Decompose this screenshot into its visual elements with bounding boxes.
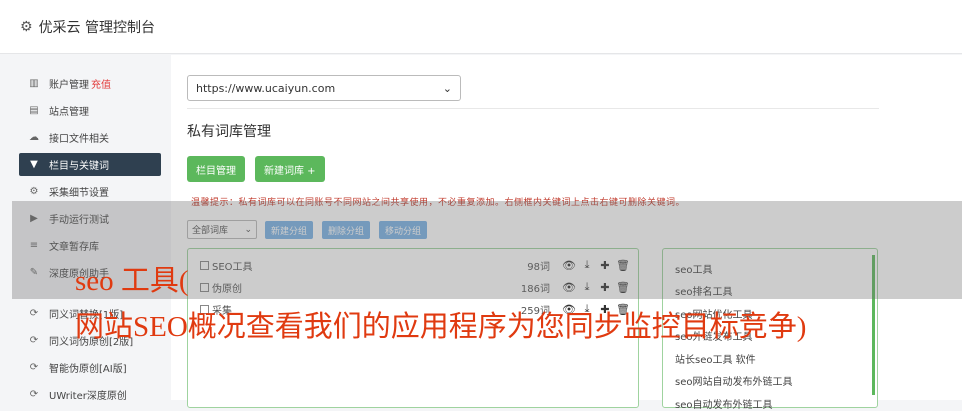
cloud-icon: ☁ <box>29 132 39 143</box>
recharge-link[interactable]: 充值 <box>91 76 111 91</box>
gear-icon: ⚙ <box>20 18 33 35</box>
sidebar-item-label: 智能伪原创[AI版] <box>49 364 127 375</box>
sidebar-item-ai-rewrite[interactable]: ⟳ 智能伪原创[AI版] <box>19 356 161 379</box>
refresh-icon: ⟳ <box>29 308 39 319</box>
sidebar-item-label: 站点管理 <box>49 107 89 118</box>
category-manage-button[interactable]: 栏目管理 <box>187 156 245 182</box>
refresh-icon: ⟳ <box>29 335 39 346</box>
sidebar-item-columns-keywords[interactable]: ▼ 栏目与关键词 <box>19 153 161 176</box>
keyword-item[interactable]: seo自动发布外链工具 <box>675 396 772 411</box>
keyword-item[interactable]: 站长seo工具 软件 <box>675 351 756 366</box>
bar-chart-icon: ▥ <box>29 78 39 89</box>
divider <box>187 108 879 109</box>
app-title: 优采云 管理控制台 <box>38 19 156 36</box>
cogs-icon: ⚙ <box>29 186 39 197</box>
sidebar-item-uwriter[interactable]: ⟳ UWriter深度原创 <box>19 383 161 406</box>
sidebar-item-api-files[interactable]: ☁ 接口文件相关 <box>19 126 161 149</box>
sidebar-item-sites[interactable]: ▤ 站点管理 <box>19 99 161 122</box>
sidebar-item-label: 接口文件相关 <box>49 134 109 145</box>
filter-icon: ▼ <box>30 159 38 170</box>
sidebar-item-account[interactable]: ▥ 账户管理 充值 <box>19 72 161 95</box>
refresh-icon: ⟳ <box>29 362 39 373</box>
site-url-select[interactable]: https://www.ucaiyun.com ⌄ <box>187 75 461 101</box>
refresh-icon: ⟳ <box>29 389 39 400</box>
caption-line-1: seo 工具( <box>75 265 189 297</box>
page-title: 私有词库管理 <box>187 124 271 140</box>
keyword-item[interactable]: seo网站自动发布外链工具 <box>675 373 792 388</box>
sidebar-item-label: 采集细节设置 <box>49 188 109 199</box>
sidebar-item-collect-settings[interactable]: ⚙ 采集细节设置 <box>19 180 161 203</box>
server-icon: ▤ <box>29 105 39 116</box>
site-url-value: https://www.ucaiyun.com <box>196 81 336 95</box>
sidebar-item-label: 栏目与关键词 <box>49 161 109 172</box>
chevron-down-icon: ⌄ <box>442 81 452 95</box>
top-bar: ⚙ 优采云 管理控制台 <box>0 0 962 54</box>
new-library-button[interactable]: 新建词库 + <box>255 156 325 182</box>
sidebar-item-label: 账户管理 <box>49 80 89 91</box>
caption-line-2: 网站SEO概况查看我们的应用程序为您同步监控目标竞争) <box>75 311 807 343</box>
